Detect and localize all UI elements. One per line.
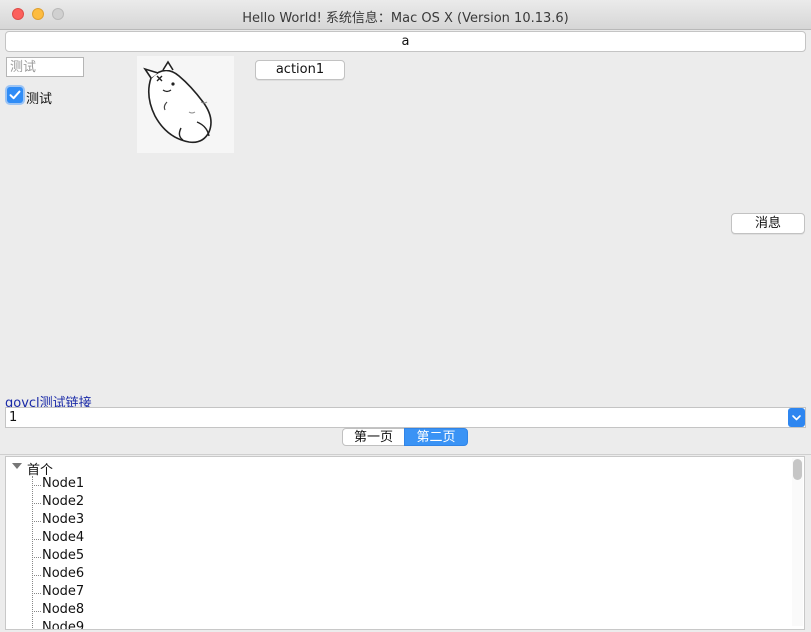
main-window: Hello World! 系统信息：Mac OS X (Version 10.1… (0, 0, 811, 632)
tree-node-label: Node8 (42, 602, 85, 617)
tree-node-label: Node5 (42, 548, 85, 563)
cat-drawing-icon (143, 60, 212, 144)
scroll-thumb[interactable] (793, 459, 802, 480)
message-button[interactable]: 消息 (731, 213, 805, 234)
tree-view[interactable]: 首个 Node1 Node2 Node3 Node4 Node5 Node6 N… (5, 456, 805, 630)
tree-node-label: Node4 (42, 530, 85, 545)
checkbox-label: 测试 (26, 92, 53, 107)
tree-node-label: Node1 (42, 476, 85, 491)
top-a-button[interactable]: a (5, 31, 806, 52)
combo-box[interactable]: 1 (5, 407, 806, 428)
tree-node-label: Node2 (42, 494, 85, 509)
tree-node-label: Node3 (42, 512, 85, 527)
tree-node-label: Node9 (42, 620, 85, 630)
window-title: Hello World! 系统信息：Mac OS X (Version 10.1… (242, 11, 569, 26)
test-edit-field[interactable] (6, 57, 84, 77)
expand-triangle-icon[interactable] (12, 463, 22, 469)
tab-page-1[interactable]: 第一页 (342, 428, 405, 446)
tree-scrollbar[interactable] (792, 458, 803, 626)
checkbox[interactable] (7, 87, 23, 103)
tree-node-label: Node7 (42, 584, 85, 599)
tab-page-2[interactable]: 第二页 (404, 428, 468, 446)
combo-value: 1 (9, 410, 18, 425)
action1-button[interactable]: action1 (255, 60, 345, 80)
cartoon-cat-image (137, 56, 234, 153)
combo-dropdown-button[interactable] (788, 408, 805, 427)
tree-guide-line (32, 476, 33, 629)
chevron-down-icon (792, 415, 801, 421)
title-bar[interactable]: Hello World! 系统信息：Mac OS X (Version 10.1… (0, 0, 811, 30)
tree-node-label: Node6 (42, 566, 85, 581)
page-tabs: 第一页 第二页 (0, 428, 811, 455)
checkmark-icon (9, 90, 21, 100)
